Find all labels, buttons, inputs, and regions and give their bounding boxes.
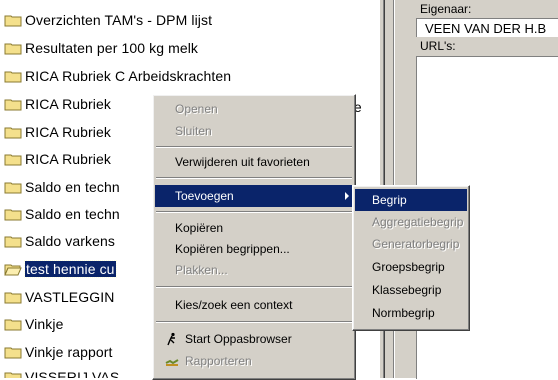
tree-item[interactable]: RICA Rubriek C Arbeidskrachten [4,65,231,87]
folder-icon [4,127,22,139]
menu-item-label: Start Oppasbrowser [185,332,292,346]
menu-item-kies-zoek-context[interactable]: Kies/zoek een context [155,294,353,316]
submenu-item-begrip[interactable]: Begrip [355,189,467,211]
folder-icon [4,71,22,83]
tree-item-label: Saldo varkens [25,233,116,249]
folder-icon [4,99,22,111]
urls-label: URL's: [420,39,456,53]
folder-icon [4,154,22,166]
tree-item[interactable]: VASTLEGGIN [4,286,114,308]
tree-item-label: RICA Rubriek [25,96,112,112]
tree-item[interactable]: Vinkje [4,313,63,335]
tree-item[interactable]: RICA Rubriek [4,93,111,115]
folder-icon [4,15,22,27]
submenu-item-normbegrip[interactable]: Normbegrip [355,302,467,324]
folder-icon [4,236,22,248]
context-menu: Openen Sluiten Verwijderen uit favoriete… [152,94,356,380]
tree-item-label: RICA Rubriek C Arbeidskrachten [25,68,232,84]
tree-item-label: Vinkje [25,316,64,332]
menu-separator [156,177,352,179]
owner-label: Eigenaar: [420,2,472,16]
folder-icon [4,209,22,221]
folder-icon [4,182,22,194]
folder-icon [4,43,22,55]
submenu-arrow-icon [345,192,349,200]
tree-item-selected[interactable]: test hennie cu [4,258,117,280]
tree-item-label: VISSERIJ VAS [25,369,120,378]
menu-item-start-oppasbrowser[interactable]: Start Oppasbrowser [155,328,353,350]
open-folder-icon [4,264,22,276]
submenu-item-generatorbegrip[interactable]: Generatorbegrip [355,233,467,255]
menu-item-label: Toevoegen [175,189,234,203]
report-icon [165,359,179,366]
menu-item-toevoegen[interactable]: Toevoegen [155,185,353,207]
tree-item[interactable]: Saldo en techn [4,176,120,198]
submenu-item-aggregatiebegrip[interactable]: Aggregatiebegrip [355,211,467,233]
folder-icon [4,347,22,359]
tree-item-label: RICA Rubriek [25,124,112,140]
tree-item-label: RICA Rubriek [25,151,112,167]
menu-separator [156,146,352,148]
folder-icon [4,292,22,304]
tree-item-label: Saldo en techn [25,206,120,222]
owner-field[interactable]: VEEN VAN DER H.B [416,18,558,37]
menu-item-plakken[interactable]: Plakken... [155,259,353,281]
submenu-item-groepsbegrip[interactable]: Groepsbegrip [355,256,467,278]
tree-item-label: Overzichten TAM's - DPM lijst [25,12,213,28]
menu-item-sluiten[interactable]: Sluiten [155,120,353,142]
menu-item-rapporteren[interactable]: Rapporteren [155,350,353,372]
submenu-item-klassebegrip[interactable]: Klassebegrip [355,279,467,301]
menu-item-openen[interactable]: Openen [155,98,353,120]
tree-item-label: Resultaten per 100 kg melk [25,40,199,56]
tree-item-label: VASTLEGGIN [25,289,115,305]
menu-item-kopieren-begrippen[interactable]: Kopiëren begrippen... [155,238,353,260]
menu-item-verwijderen[interactable]: Verwijderen uit favorieten [155,151,353,173]
menu-separator [156,321,352,323]
tree-item[interactable]: Vinkje rapport [4,341,113,363]
tree-item[interactable]: Saldo en techn [4,203,120,225]
tree-item[interactable]: Resultaten per 100 kg melk [4,37,198,59]
tree-item-label: Vinkje rapport [25,344,113,360]
tree-item[interactable]: VISSERIJ VAS [4,366,119,378]
tree-item[interactable]: Saldo varkens [4,230,115,252]
submenu-toevoegen: Begrip Aggregatiebegrip Generatorbegrip … [352,185,470,331]
folder-icon [4,319,22,331]
tree-item-label: test hennie cu [24,260,117,278]
tree-item[interactable]: RICA Rubriek [4,121,111,143]
menu-separator [156,286,352,288]
folder-icon [4,372,22,378]
menu-separator [156,211,352,213]
tree-item[interactable]: RICA Rubriek [4,148,111,170]
tree-item[interactable]: Overzichten TAM's - DPM lijst [4,9,212,31]
oppas-icon [167,332,175,346]
menu-item-kopieren[interactable]: Kopiëren [155,217,353,239]
menu-item-label: Rapporteren [185,354,252,368]
tree-item-label: Saldo en techn [25,179,120,195]
